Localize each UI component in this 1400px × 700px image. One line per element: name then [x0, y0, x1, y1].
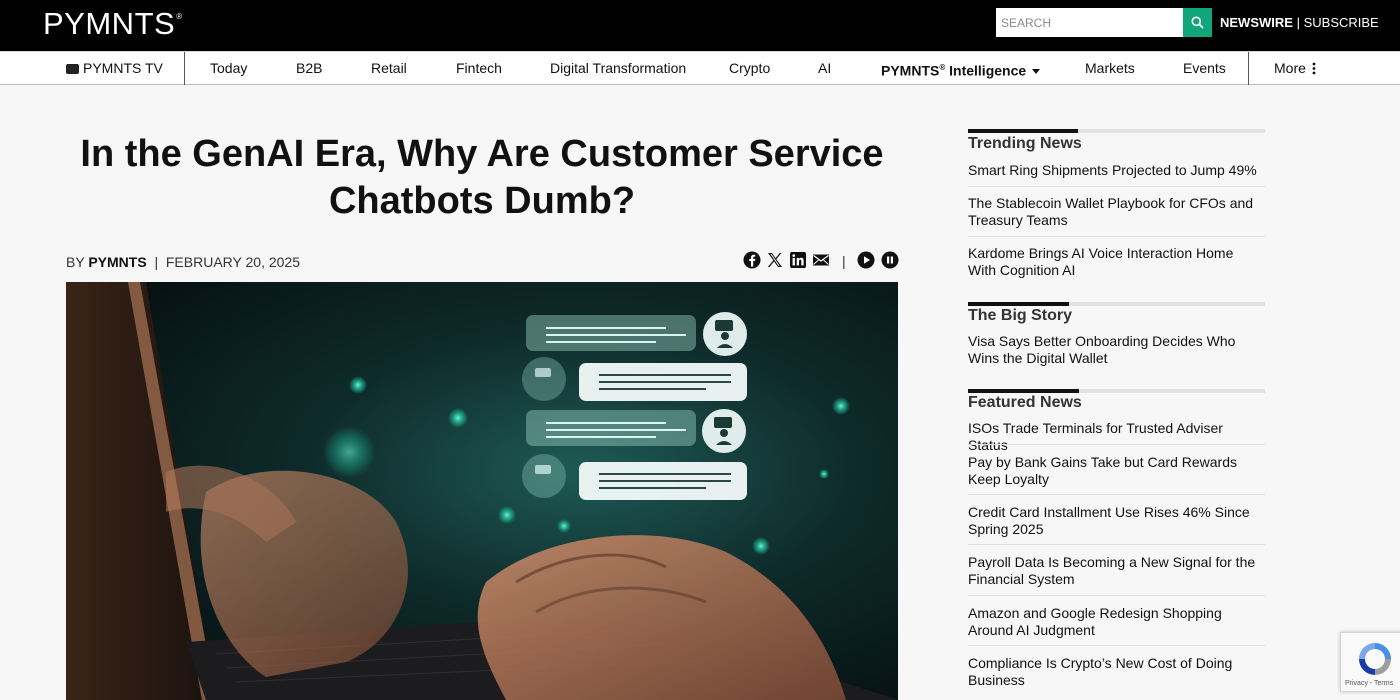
header-divider: | — [1296, 15, 1300, 30]
nav-ai[interactable]: AI — [818, 52, 831, 85]
nav-intelligence-label: Intelligence — [949, 62, 1027, 79]
search-button[interactable] — [1183, 8, 1212, 37]
nav-markets[interactable]: Markets — [1085, 52, 1135, 85]
search-input[interactable] — [996, 8, 1183, 37]
nav-intelligence-brand: PYMNTS — [881, 62, 940, 79]
nav-pymnts-tv[interactable]: PYMNTS TV — [66, 52, 163, 85]
featured-rule — [968, 389, 1265, 393]
divider — [968, 645, 1265, 646]
newswire-link[interactable]: NEWSWIRE — [1220, 15, 1293, 30]
nav-pymnts-intelligence[interactable]: PYMNTS® Intelligence — [881, 52, 1041, 85]
pause-icon[interactable] — [881, 251, 899, 269]
article-byline: BY PYMNTS | FEBRUARY 20, 2025 — [66, 254, 300, 270]
featured-item[interactable]: Compliance Is Crypto’s New Cost of Doing… — [968, 655, 1265, 689]
main-nav: PYMNTS TV Today B2B Retail Fintech Digit… — [0, 51, 1400, 85]
recaptcha-links[interactable]: Privacy - Terms — [1345, 680, 1393, 687]
nav-digital-transformation[interactable]: Digital Transformation — [550, 52, 686, 85]
facebook-icon[interactable] — [743, 251, 761, 269]
divider — [968, 595, 1265, 596]
share-separator: | — [842, 253, 846, 269]
nav-pymnts-tv-label: PYMNTS TV — [83, 60, 163, 76]
nav-retail[interactable]: Retail — [371, 52, 407, 85]
nav-intelligence-registered: ® — [939, 63, 946, 72]
site-logo[interactable]: PYMNTS® — [43, 6, 183, 42]
email-icon[interactable] — [812, 251, 830, 269]
search-icon — [1191, 16, 1204, 29]
nav-fintech[interactable]: Fintech — [456, 52, 502, 85]
divider — [968, 494, 1265, 495]
divider — [968, 444, 1265, 445]
nav-b2b[interactable]: B2B — [296, 52, 322, 85]
byline-date: FEBRUARY 20, 2025 — [165, 254, 300, 270]
featured-heading: Featured News — [968, 394, 1082, 411]
nav-divider — [1248, 52, 1249, 85]
big-story-heading: The Big Story — [968, 307, 1073, 324]
nav-today[interactable]: Today — [210, 52, 247, 85]
byline-by: BY — [66, 254, 85, 270]
tv-icon — [66, 64, 79, 74]
trending-item[interactable]: Kardome Brings AI Voice Interaction Home… — [968, 245, 1265, 279]
article-title: In the GenAI Era, Why Are Customer Servi… — [66, 131, 898, 225]
linkedin-icon[interactable] — [789, 251, 807, 269]
nav-crypto[interactable]: Crypto — [729, 52, 770, 85]
divider — [968, 236, 1265, 237]
more-vertical-icon — [1312, 62, 1316, 75]
featured-item[interactable]: Payroll Data Is Becoming a New Signal fo… — [968, 554, 1265, 588]
featured-item[interactable]: ISOs Trade Terminals for Trusted Adviser… — [968, 420, 1265, 454]
site-header: PYMNTS® NEWSWIRE | SUBSCRIBE — [0, 0, 1400, 51]
featured-item[interactable]: Amazon and Google Redesign Shopping Arou… — [968, 605, 1265, 639]
header-links: NEWSWIRE | SUBSCRIBE — [1220, 15, 1379, 30]
recaptcha-badge[interactable]: Privacy - Terms — [1340, 632, 1400, 692]
featured-item[interactable]: Pay by Bank Gains Take but Card Rewards … — [968, 454, 1265, 488]
divider — [968, 544, 1265, 545]
chevron-down-icon — [1032, 68, 1041, 74]
x-icon[interactable] — [766, 251, 784, 269]
logo-text[interactable]: PYMNTS — [43, 6, 175, 41]
big-story-item[interactable]: Visa Says Better Onboarding Decides Who … — [968, 333, 1265, 367]
subscribe-link[interactable]: SUBSCRIBE — [1304, 15, 1379, 30]
nav-divider — [184, 52, 185, 85]
trending-rule — [968, 129, 1265, 133]
article-hero-image — [66, 282, 898, 700]
hero-illustration — [66, 282, 898, 700]
article-title-line-1: In the GenAI Era, Why Are Customer Servi… — [80, 133, 884, 175]
featured-item[interactable]: Credit Card Installment Use Rises 46% Si… — [968, 504, 1265, 538]
byline-pipe: | — [154, 254, 159, 270]
logo-trademark: ® — [176, 12, 183, 21]
recaptcha-icon — [1359, 643, 1391, 675]
nav-more-label: More — [1274, 60, 1306, 76]
trending-item[interactable]: Smart Ring Shipments Projected to Jump 4… — [968, 162, 1265, 179]
nav-events[interactable]: Events — [1183, 52, 1226, 85]
article-title-line-2: Chatbots Dumb? — [328, 180, 636, 222]
nav-more[interactable]: More — [1274, 52, 1316, 85]
byline-author[interactable]: PYMNTS — [88, 254, 146, 270]
divider — [968, 186, 1265, 187]
trending-item[interactable]: The Stablecoin Wallet Playbook for CFOs … — [968, 195, 1265, 229]
play-icon[interactable] — [857, 251, 875, 269]
trending-heading: Trending News — [968, 135, 1082, 152]
big-story-rule — [968, 302, 1265, 306]
